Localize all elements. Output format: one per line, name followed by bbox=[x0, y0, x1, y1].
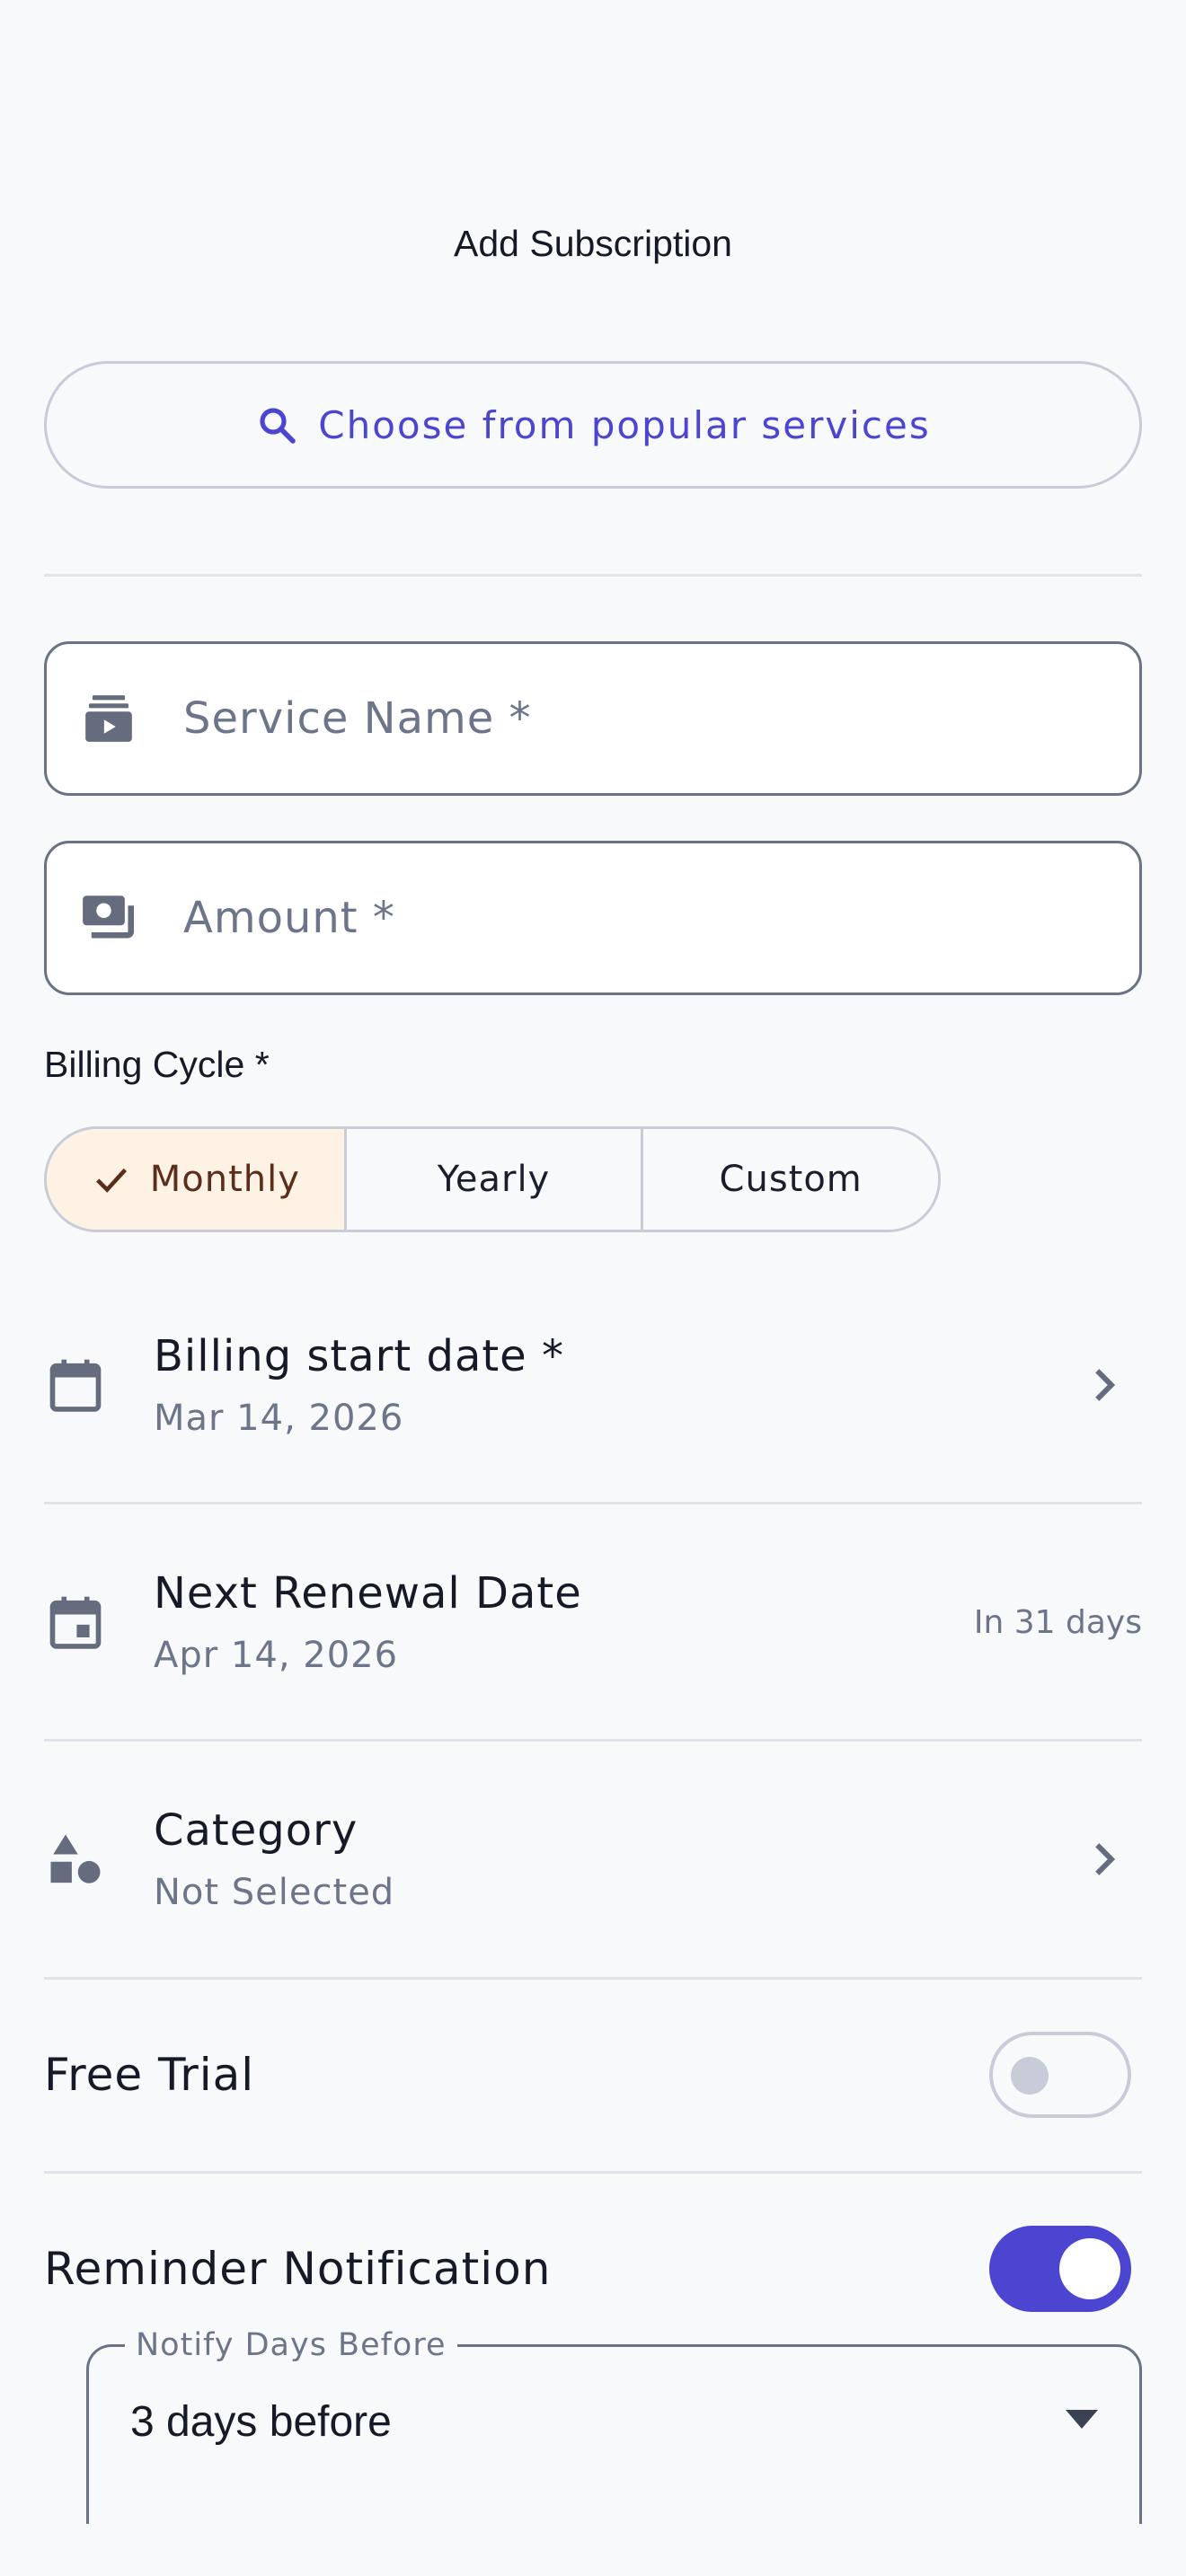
billing-start-date-label: Billing start date * bbox=[154, 1331, 564, 1381]
chevron-right-icon bbox=[1095, 1843, 1116, 1875]
event-icon bbox=[44, 1591, 107, 1654]
next-renewal-label: Next Renewal Date bbox=[154, 1568, 582, 1619]
chevron-right-icon bbox=[1095, 1369, 1116, 1401]
billing-cycle-selector: Monthly Yearly Custom bbox=[44, 1126, 941, 1232]
free-trial-toggle[interactable] bbox=[989, 2032, 1131, 2118]
billing-cycle-monthly[interactable]: Monthly bbox=[47, 1129, 344, 1230]
category-icon bbox=[44, 1828, 107, 1891]
next-renewal-value: Apr 14, 2026 bbox=[154, 1635, 399, 1676]
service-name-field[interactable] bbox=[44, 641, 1142, 796]
segment-label: Yearly bbox=[437, 1159, 551, 1200]
calendar-icon bbox=[44, 1354, 107, 1416]
divider bbox=[44, 574, 1142, 577]
free-trial-label: Free Trial bbox=[44, 2049, 255, 2101]
billing-cycle-label: Billing Cycle * bbox=[44, 1044, 270, 1085]
segment-label: Custom bbox=[719, 1159, 863, 1200]
choose-popular-services-button[interactable]: Choose from popular services bbox=[44, 361, 1142, 489]
category-label: Category bbox=[154, 1805, 358, 1856]
free-trial-row: Free Trial bbox=[44, 2032, 1142, 2118]
toggle-knob bbox=[1059, 2238, 1120, 2299]
notify-days-before-legend: Notify Days Before bbox=[125, 2327, 457, 2363]
dropdown-arrow-icon bbox=[1066, 2410, 1098, 2429]
days-until-renewal: In 31 days bbox=[973, 1603, 1142, 1641]
amount-field[interactable] bbox=[44, 841, 1142, 995]
amount-input[interactable] bbox=[183, 893, 1046, 943]
notify-days-before-value: 3 days before bbox=[130, 2398, 392, 2446]
payments-icon bbox=[79, 888, 138, 948]
reminder-notification-label: Reminder Notification bbox=[44, 2243, 552, 2295]
service-name-input[interactable] bbox=[183, 693, 1046, 744]
notify-days-before-select[interactable]: Notify Days Before 3 days before bbox=[86, 2327, 1142, 2524]
category-value: Not Selected bbox=[154, 1872, 395, 1913]
billing-cycle-yearly[interactable]: Yearly bbox=[343, 1129, 642, 1230]
divider bbox=[44, 1977, 1142, 1980]
popular-services-label: Choose from popular services bbox=[318, 402, 931, 447]
billing-start-date-row[interactable]: Billing start date * Mar 14, 2026 bbox=[44, 1266, 1142, 1504]
subscriptions-icon bbox=[79, 689, 138, 748]
page-title: Add Subscription bbox=[454, 223, 732, 264]
check-icon bbox=[95, 1168, 127, 1193]
segment-label: Monthly bbox=[149, 1159, 300, 1200]
toggle-knob bbox=[1011, 2057, 1049, 2095]
next-renewal-row: Next Renewal Date Apr 14, 2026 In 31 day… bbox=[44, 1504, 1142, 1741]
reminder-notification-row: Reminder Notification bbox=[44, 2226, 1142, 2312]
reminder-notification-toggle[interactable] bbox=[989, 2226, 1131, 2312]
billing-start-date-value: Mar 14, 2026 bbox=[154, 1398, 404, 1439]
category-row[interactable]: Category Not Selected bbox=[44, 1741, 1142, 1978]
divider bbox=[44, 2171, 1142, 2174]
search-icon bbox=[260, 408, 296, 444]
add-subscription-screen: Add Subscription Choose from popular ser… bbox=[0, 0, 1186, 2576]
billing-cycle-custom[interactable]: Custom bbox=[641, 1129, 938, 1230]
